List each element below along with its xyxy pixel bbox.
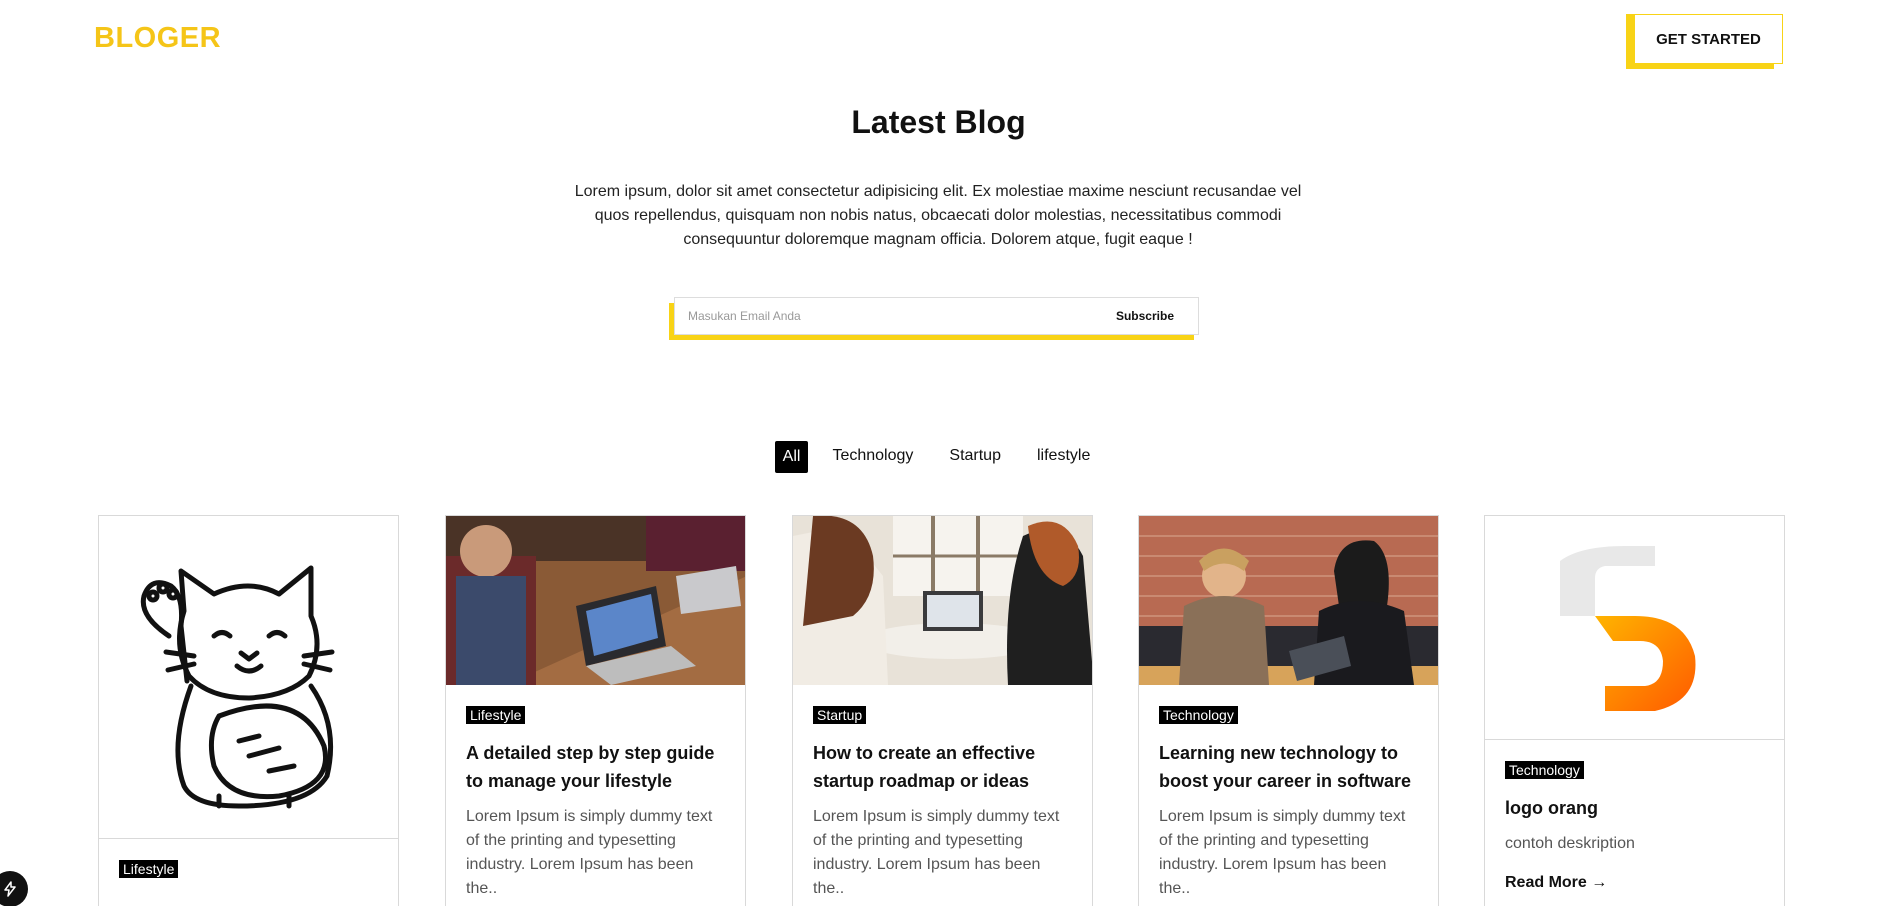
site-header: BLOGER GET STARTED	[0, 0, 1877, 80]
lightning-icon	[4, 881, 16, 897]
card-category[interactable]: Lifestyle	[119, 860, 179, 878]
read-more-label: Read More	[1505, 874, 1587, 891]
filter-startup[interactable]: Startup	[937, 441, 1013, 473]
women-tablet-meeting-photo	[1139, 516, 1438, 685]
card-body: Technology logo orang contoh deskription…	[1485, 740, 1784, 892]
email-input[interactable]	[675, 298, 1106, 334]
filter-all[interactable]: All	[774, 441, 809, 473]
card-excerpt: contoh deskription	[1505, 835, 1635, 852]
filter-technology[interactable]: Technology	[820, 441, 925, 473]
card-body: Startup How to create an effective start…	[793, 685, 1092, 901]
lucky-cat-illustration	[140, 565, 335, 809]
subscribe-form: Subscribe	[669, 297, 1199, 340]
read-more-link[interactable]: Read More →	[1505, 874, 1607, 892]
blog-card[interactable]: Lifestyle A detailed step by step guide …	[445, 515, 746, 906]
card-excerpt: Lorem Ipsum is simply dummy text of the …	[1159, 808, 1406, 897]
arrow-right-icon: →	[1591, 874, 1608, 891]
get-started-button-wrap: GET STARTED	[1626, 14, 1783, 69]
site-logo[interactable]: BLOGER	[94, 22, 221, 55]
blog-card[interactable]: Technology Learning new technology to bo…	[1138, 515, 1439, 906]
card-body: Lifestyle A detailed step by step guide …	[446, 685, 745, 901]
get-started-button[interactable]: GET STARTED	[1634, 14, 1783, 64]
women-laptop-photo	[793, 516, 1092, 685]
card-title[interactable]: Learning new technology to boost your ca…	[1159, 739, 1418, 795]
hero-description: Lorem ipsum, dolor sit amet consectetur …	[574, 183, 1302, 248]
category-filters: All Technology Startup lifestyle	[0, 441, 1877, 473]
card-image	[99, 516, 398, 839]
blog-card[interactable]: Lifestyle	[98, 515, 399, 906]
card-excerpt: Lorem Ipsum is simply dummy text of the …	[813, 808, 1060, 897]
people-laptops-meeting-photo	[446, 516, 745, 685]
card-image	[1485, 516, 1784, 740]
card-image	[446, 516, 745, 685]
card-excerpt: Lorem Ipsum is simply dummy text of the …	[466, 808, 713, 897]
filter-lifestyle[interactable]: lifestyle	[1025, 441, 1102, 473]
blog-card[interactable]: Technology logo orang contoh deskription…	[1484, 515, 1785, 906]
card-title[interactable]: A detailed step by step guide to manage …	[466, 739, 725, 795]
lightning-fab[interactable]	[0, 871, 28, 906]
card-image	[793, 516, 1092, 685]
card-body: Lifestyle	[99, 839, 398, 879]
subscribe-button[interactable]: Subscribe	[1106, 309, 1198, 323]
card-body: Technology Learning new technology to bo…	[1139, 685, 1438, 901]
card-title[interactable]: logo orang	[1505, 794, 1764, 822]
card-image	[1139, 516, 1438, 685]
card-category[interactable]: Technology	[1505, 761, 1584, 779]
card-title[interactable]: How to create an effective startup roadm…	[813, 739, 1072, 795]
subscribe-box: Subscribe	[674, 297, 1199, 335]
page-title: Latest Blog	[851, 104, 1026, 140]
blog-card[interactable]: Startup How to create an effective start…	[792, 515, 1093, 906]
card-category[interactable]: Lifestyle	[466, 706, 526, 724]
card-category[interactable]: Technology	[1159, 706, 1238, 724]
card-category[interactable]: Startup	[813, 706, 867, 724]
orange-s-logo	[1560, 546, 1696, 711]
